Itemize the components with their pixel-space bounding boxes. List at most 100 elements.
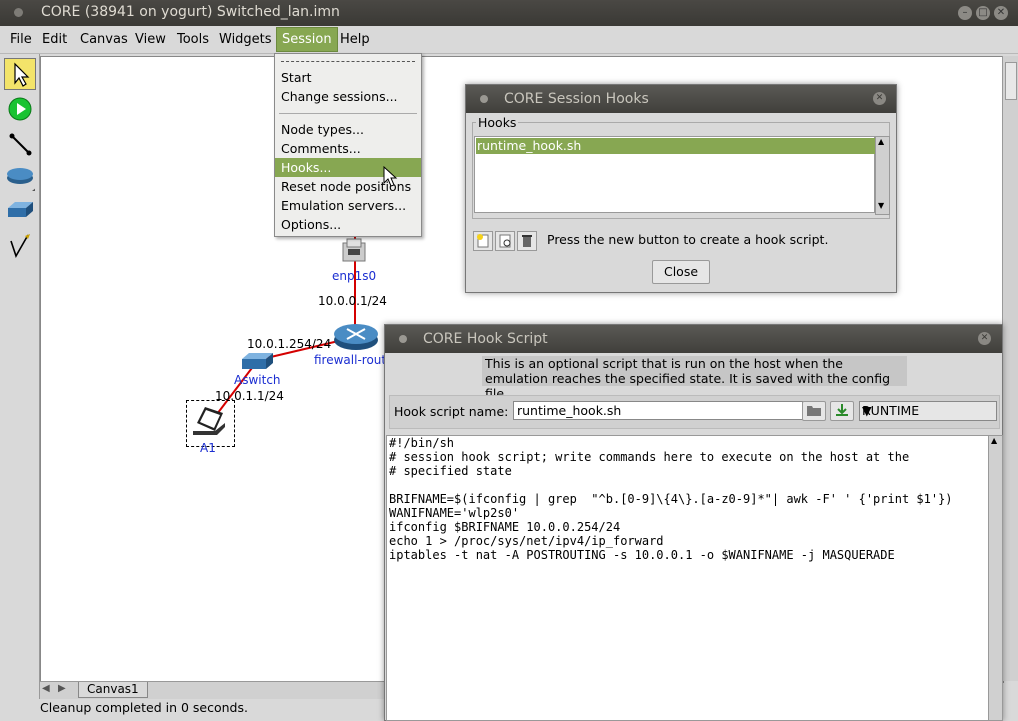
menu-item-change-sessions[interactable]: Change sessions... <box>275 87 421 106</box>
download-icon <box>836 404 848 416</box>
menu-session[interactable]: Session <box>276 27 338 52</box>
enp1s0-label: enp1s0 <box>332 269 377 283</box>
window-titlebar: CORE (38941 on yogurt) Switched_lan.imn … <box>0 0 1018 26</box>
toolbar <box>0 54 40 719</box>
script-info-text: This is an optional script that is run o… <box>482 356 907 401</box>
close-dialog-button[interactable]: Close <box>652 260 710 284</box>
menubar: File Edit Canvas View Tools Widgets Sess… <box>0 26 1018 54</box>
tab-left-arrow-icon[interactable]: ◀ <box>42 683 50 694</box>
script-line: WANIFNAME='wlp2s0' <box>389 506 520 520</box>
script-line: # session hook script; write commands he… <box>389 450 910 464</box>
switch-name: Aswitch <box>234 373 281 387</box>
edit-icon <box>499 234 511 248</box>
select-tool-button[interactable] <box>4 58 36 90</box>
hooks-help-text: Press the new button to create a hook sc… <box>547 232 829 247</box>
menu-separator <box>279 113 417 114</box>
menu-item-start[interactable]: Start <box>275 68 421 87</box>
session-hooks-dialog: CORE Session Hooks ✕ Hooks runtime_hook.… <box>465 84 897 293</box>
menu-edit[interactable]: Edit <box>42 32 67 47</box>
dialog-close-icon[interactable]: ✕ <box>978 332 991 345</box>
new-hook-button[interactable] <box>473 231 493 251</box>
script-scrollbar[interactable]: ▲ <box>988 435 1003 721</box>
tab-canvas1[interactable]: Canvas1 <box>78 682 148 698</box>
save-file-button[interactable] <box>830 401 854 421</box>
status-text: Cleanup completed in 0 seconds. <box>40 700 248 715</box>
chevron-down-icon: ▼ <box>862 403 872 418</box>
info-line-1: This is an optional script that is run o… <box>485 356 843 371</box>
annotation-tool-button[interactable] <box>4 230 36 262</box>
script-line: # specified state <box>389 464 512 478</box>
menu-item-emulation-servers[interactable]: Emulation servers... <box>275 196 421 215</box>
menu-file[interactable]: File <box>10 32 32 47</box>
menu-item-comments[interactable]: Comments... <box>275 139 421 158</box>
router-tool-button[interactable] <box>4 160 37 192</box>
close-button[interactable]: ✕ <box>994 6 1008 20</box>
router-address: 10.0.1.254/24 <box>247 337 332 351</box>
hook-script-dialog: CORE Hook Script ✕ This is an optional s… <box>384 324 1003 721</box>
menu-item-node-types[interactable]: Node types... <box>275 120 421 139</box>
canvas-vertical-scrollbar[interactable] <box>1002 56 1018 681</box>
script-textarea[interactable]: #!/bin/sh # session hook script; write c… <box>386 435 989 721</box>
script-line: BRIFNAME=$(ifconfig | grep "^b.[0-9]\{4\… <box>389 492 953 506</box>
tab-right-arrow-icon[interactable]: ▶ <box>58 683 66 694</box>
mouse-cursor-icon <box>383 166 398 187</box>
link-tool-button[interactable] <box>4 128 36 160</box>
new-file-icon <box>477 234 489 248</box>
rj45-icon[interactable] <box>341 237 369 265</box>
play-icon <box>8 97 32 121</box>
window-title: CORE (38941 on yogurt) Switched_lan.imn <box>41 4 340 20</box>
open-file-button[interactable] <box>802 401 826 421</box>
maximize-button[interactable]: □ <box>976 6 990 20</box>
status-bar: Cleanup completed in 0 seconds. <box>0 699 385 719</box>
dialog-titlebar: CORE Session Hooks ✕ <box>466 85 896 113</box>
menu-item-reset-node-positions[interactable]: Reset node positions <box>275 177 421 196</box>
script-name-input[interactable] <box>513 401 803 420</box>
script-name-label: Hook script name: <box>394 404 509 419</box>
scroll-up-icon[interactable]: ▲ <box>878 137 884 146</box>
scroll-down-icon[interactable]: ▼ <box>878 201 884 210</box>
pencil-icon <box>10 234 30 258</box>
minimize-button[interactable]: – <box>958 6 972 20</box>
pointer-icon <box>14 62 30 87</box>
delete-hook-button[interactable] <box>517 231 537 251</box>
trash-icon <box>522 235 532 247</box>
menu-tearoff[interactable] <box>281 61 415 62</box>
scrollbar-thumb[interactable] <box>1005 62 1017 100</box>
menu-canvas[interactable]: Canvas <box>80 32 128 47</box>
dialog-menu-icon[interactable] <box>399 335 407 343</box>
dialog-titlebar: CORE Hook Script ✕ <box>385 325 1002 353</box>
script-name-row: Hook script name: RUNTIME ▼ <box>389 395 1000 429</box>
script-line: echo 1 > /proc/sys/net/ipv4/ip_forward <box>389 534 664 548</box>
link-icon <box>9 133 32 156</box>
menu-item-options[interactable]: Options... <box>275 215 421 234</box>
switch-tool-button[interactable] <box>4 194 36 226</box>
hooks-list[interactable]: runtime_hook.sh <box>474 136 875 213</box>
hooks-frame-label: Hooks <box>476 115 519 130</box>
start-session-button[interactable] <box>4 93 36 125</box>
laptop-icon[interactable] <box>189 403 231 441</box>
router-icon <box>7 168 37 191</box>
router-name: firewall-rout <box>314 353 387 367</box>
switch-node-icon[interactable] <box>241 351 275 373</box>
menu-widgets[interactable]: Widgets <box>219 32 272 47</box>
scroll-up-icon[interactable]: ▲ <box>991 436 997 445</box>
hook-state-select[interactable]: RUNTIME ▼ <box>859 401 997 421</box>
menu-item-hooks[interactable]: Hooks... <box>275 158 421 177</box>
script-line <box>387 478 988 492</box>
dialog-title: CORE Hook Script <box>423 331 548 347</box>
menu-help[interactable]: Help <box>340 32 370 47</box>
hook-list-item[interactable]: runtime_hook.sh <box>476 138 875 154</box>
menu-tools[interactable]: Tools <box>177 32 209 47</box>
window-menu-icon[interactable] <box>14 8 23 17</box>
dialog-close-icon[interactable]: ✕ <box>873 92 886 105</box>
edit-hook-button[interactable] <box>495 231 515 251</box>
script-line: #!/bin/sh <box>389 436 455 450</box>
router-node-icon[interactable] <box>333 319 379 353</box>
canvas-tab-bar: ◀ ▶ Canvas1 <box>40 681 385 699</box>
dialog-menu-icon[interactable] <box>480 95 488 103</box>
hooks-list-scrollbar[interactable]: ▲ ▼ <box>875 136 890 215</box>
enp1s0-address: 10.0.0.1/24 <box>318 294 387 308</box>
script-line: iptables -t nat -A POSTROUTING -s 10.0.0… <box>389 548 895 562</box>
menu-view[interactable]: View <box>135 32 166 47</box>
host-name: A1 <box>200 441 216 455</box>
